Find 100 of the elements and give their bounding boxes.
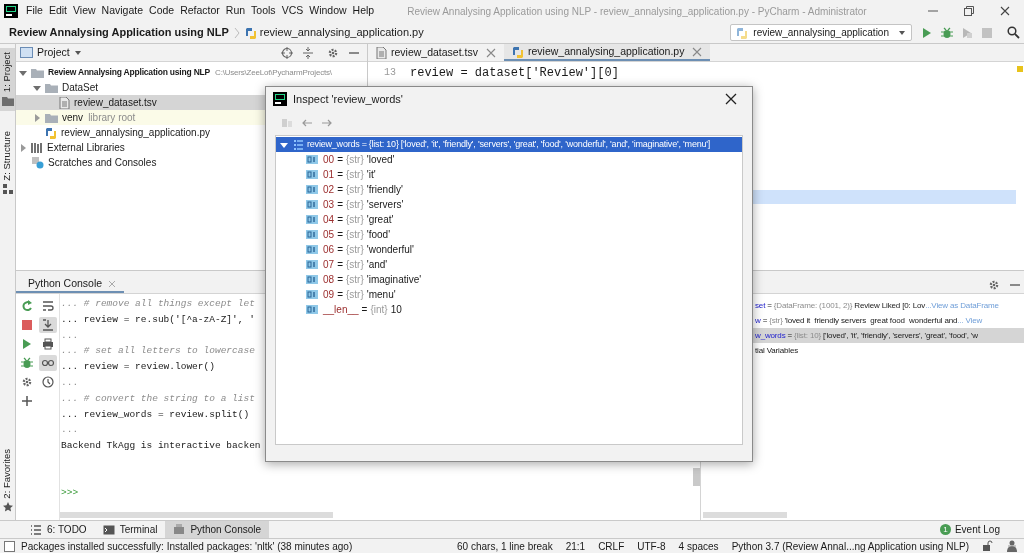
variable-icon	[306, 290, 318, 299]
stop-icon[interactable]	[20, 319, 33, 331]
tool-window-tab[interactable]: 2: Favorites	[0, 445, 15, 516]
python-file-icon	[45, 126, 57, 139]
console-line: ... review_words = review.split()	[61, 407, 250, 422]
variables-view-button[interactable]	[39, 355, 57, 371]
menu-item[interactable]: Code	[146, 1, 178, 21]
folder-icon	[1, 95, 14, 108]
editor-tab[interactable]: review_dataset.tsv	[368, 44, 504, 61]
scroll-to-end-button[interactable]	[39, 317, 57, 333]
tree-item[interactable]: 09 = {str} 'menu'	[276, 287, 742, 302]
tree-item[interactable]: 06 = {str} 'wonderful'	[276, 242, 742, 257]
rerun-icon[interactable]	[20, 300, 33, 312]
run-icon[interactable]	[20, 338, 33, 350]
add-icon[interactable]	[20, 395, 33, 407]
menu-item[interactable]: Run	[222, 1, 249, 21]
app-logo-icon	[273, 92, 287, 106]
tree-item[interactable]: DataSet	[45, 80, 101, 95]
variable-value: 'loved it friendly servers great food wonderful and	[784, 314, 958, 327]
settings-icon[interactable]	[327, 46, 339, 59]
tree-item[interactable]: venv	[45, 110, 86, 125]
search-icon[interactable]	[1007, 26, 1020, 39]
history-button[interactable]	[39, 374, 57, 390]
status-item[interactable]: 21:1	[565, 538, 586, 553]
editor-tab[interactable]: review_annalysing_application.py	[503, 44, 711, 61]
forward-arrow-icon[interactable]	[321, 117, 333, 129]
inspector-icon[interactable]	[1006, 540, 1018, 552]
menu-item[interactable]: Refactor	[177, 1, 223, 21]
menu-item[interactable]: Window	[306, 1, 350, 21]
restore-icon[interactable]	[964, 6, 974, 16]
debug-icon[interactable]	[941, 26, 953, 39]
tool-window-tab[interactable]: 6: TODO	[22, 521, 95, 538]
tree-item[interactable]: review_dataset.tsv	[59, 95, 159, 110]
status-item[interactable]: UTF-8	[637, 538, 666, 553]
tool-window-tab[interactable]: Python Console	[165, 521, 270, 538]
debug-icon[interactable]	[20, 357, 33, 369]
menu-item[interactable]: File	[23, 1, 46, 21]
dialog-title: Inspect 'review_words'	[293, 91, 403, 107]
lock-icon[interactable]	[982, 540, 993, 552]
scrollbar-thumb[interactable]	[703, 512, 787, 518]
star-icon	[2, 502, 13, 512]
tree-item[interactable]: 03 = {str} 'servers'	[276, 197, 742, 212]
menu-item[interactable]: Help	[349, 1, 378, 21]
tool-window-tab[interactable]: 1: Project	[0, 48, 15, 112]
tree-item[interactable]: review_words = {list: 10} ['loved', 'it', 'friendly', 'servers', 'great', 'food', 'wonderful', 'and', 'imaginative', 'menu']	[276, 137, 742, 152]
console-line: Backend TkAgg is interactive backen	[61, 439, 261, 454]
status-icon[interactable]	[4, 540, 15, 552]
tree-item[interactable]: __len__ = {int} 10	[276, 302, 742, 317]
close-icon[interactable]	[1000, 6, 1010, 16]
view-link[interactable]: ... View	[957, 314, 983, 327]
tree-item[interactable]: 01 = {str} 'it'	[276, 167, 742, 182]
tool-window-tab[interactable]: Terminal	[94, 521, 166, 538]
collapsed-arrow-icon[interactable]	[18, 142, 28, 153]
breadcrumb-item[interactable]: review_annalysing_application.py	[259, 24, 424, 41]
status-item[interactable]: Python 3.7 (Review Annal...ng Application using NLP)	[731, 538, 969, 553]
tree-item[interactable]: 00 = {str} 'loved'	[276, 152, 742, 167]
caret-icon	[73, 48, 82, 57]
status-message[interactable]: Packages installed successfully: Installed packages: 'nltk' (38 minutes ago)	[21, 538, 353, 553]
status-item[interactable]: CRLF	[598, 538, 625, 553]
scrollbar-thumb[interactable]	[60, 512, 333, 518]
console-line: ... review = review.lower()	[61, 360, 215, 375]
collapsed-arrow-icon[interactable]	[32, 112, 42, 123]
tree-item[interactable]: Scratches and Consoles	[31, 155, 159, 170]
menu-item[interactable]: Tools	[248, 1, 279, 21]
view-selector[interactable]: Project	[37, 44, 82, 61]
status-item[interactable]: 4 spaces	[678, 538, 719, 553]
console-line: ... review = re.sub('[^a-zA-Z]', '	[61, 312, 255, 327]
settings-icon[interactable]	[988, 278, 1000, 291]
run-icon[interactable]	[921, 26, 933, 39]
close-icon[interactable]	[725, 93, 737, 105]
tree-item[interactable]: 05 = {str} 'food'	[276, 227, 742, 242]
tree-item[interactable]: 08 = {str} 'imaginative'	[276, 272, 742, 287]
chevron-icon	[233, 26, 240, 39]
tree-item[interactable]: 07 = {str} 'and'	[276, 257, 742, 272]
console-tab[interactable]: Python Console	[16, 276, 125, 293]
tree-item[interactable]: Review Annalysing Application using NLP	[31, 65, 213, 80]
menu-item[interactable]: Navigate	[98, 1, 147, 21]
collapse-icon[interactable]	[302, 46, 314, 59]
scrollbar-thumb[interactable]	[693, 468, 700, 486]
tree-item[interactable]: 02 = {str} 'friendly'	[276, 182, 742, 197]
menu-item[interactable]: Edit	[45, 1, 70, 21]
settings-icon[interactable]	[20, 376, 33, 388]
variable-icon	[306, 275, 318, 284]
tree-item[interactable]: External Libraries	[31, 140, 127, 155]
menu-item[interactable]: View	[70, 1, 99, 21]
tree-item[interactable]: 04 = {str} 'great'	[276, 212, 742, 227]
menu-item[interactable]: VCS	[278, 1, 307, 21]
scratches-icon	[31, 156, 44, 169]
variable-icon	[306, 215, 318, 224]
status-item[interactable]: 60 chars, 1 line break	[457, 538, 553, 553]
path-hint: library root	[88, 111, 136, 125]
event-log-tab[interactable]: 1 Event Log	[939, 522, 1024, 537]
variable-type: {str}	[769, 314, 783, 327]
breadcrumb-item[interactable]: Review Annalysing Application using NLP	[9, 24, 229, 41]
run-configuration-dropdown[interactable]: review_annalysing_application	[730, 24, 912, 41]
variable-icon	[306, 305, 318, 314]
locate-icon[interactable]	[281, 46, 293, 59]
tool-window-tab[interactable]: Z: Structure	[0, 127, 15, 198]
back-arrow-icon[interactable]	[301, 117, 313, 129]
tree-item[interactable]: review_annalysing_application.py	[45, 125, 212, 140]
